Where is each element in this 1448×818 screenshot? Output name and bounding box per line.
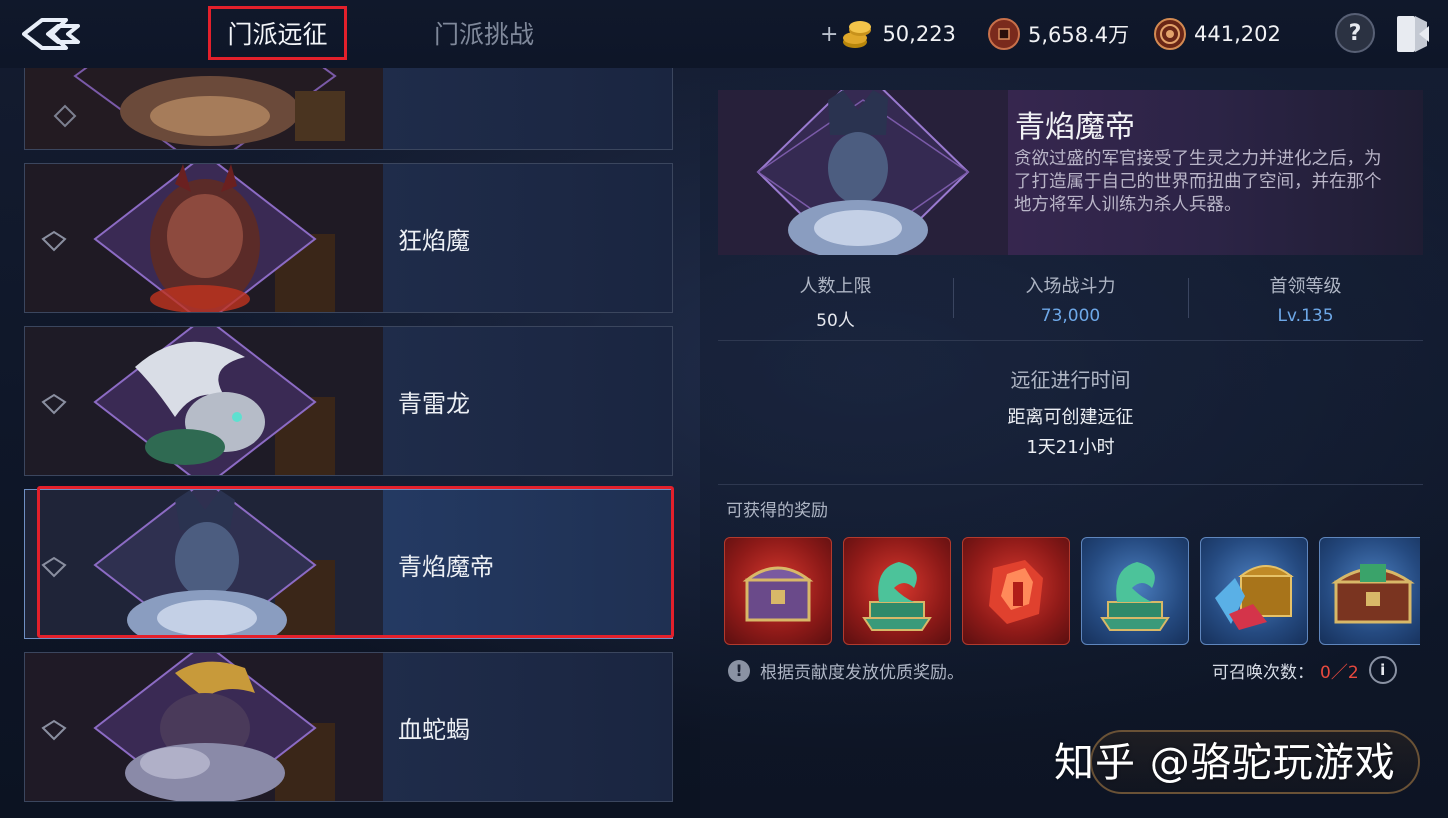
boss-portrait — [25, 164, 383, 312]
top-bar: 门派远征 门派挑战 + 50,223 5,658.4万 441,202 ? — [0, 0, 1448, 68]
boss-portrait-large — [718, 90, 1008, 255]
stat-entry-power: 入场战斗力 73,000 — [953, 258, 1188, 340]
bronze-value: 5,658.4万 — [1028, 23, 1130, 47]
stat-value: 73,000 — [1040, 306, 1101, 326]
reward-item[interactable] — [843, 537, 951, 645]
gold-value: 50,223 — [882, 22, 956, 46]
reward-item[interactable] — [724, 537, 832, 645]
stat-value: 50人 — [816, 311, 855, 331]
tab-challenge[interactable]: 门派挑战 — [414, 6, 554, 60]
boss-description: 贪欲过盛的军官接受了生灵之力并进化之后，为了打造属于自己的世界而扭曲了空间，并在… — [1014, 149, 1382, 215]
stat-label: 首领等级 — [1269, 276, 1342, 297]
boss-name: 青雷龙 — [398, 389, 470, 418]
stat-max-players: 人数上限 50人 — [718, 258, 953, 340]
boss-name: 狂焰魔 — [398, 226, 470, 255]
summon-label: 可召唤次数： — [1212, 662, 1314, 683]
boss-name: 青焰魔帝 — [398, 552, 494, 581]
add-gold-button[interactable]: + — [820, 22, 838, 47]
reward-item[interactable] — [1081, 537, 1189, 645]
summon-count: 0／2 — [1320, 662, 1359, 683]
expedition-screen: 门派远征 门派挑战 + 50,223 5,658.4万 441,202 ? 狂焰… — [0, 0, 1448, 818]
purple-chest-icon — [742, 566, 814, 622]
boss-portrait — [25, 327, 383, 475]
boss-card-selected[interactable]: 青焰魔帝 — [24, 489, 673, 639]
boss-card[interactable]: 青雷龙 — [24, 326, 673, 476]
stat-value: Lv.135 — [1277, 306, 1334, 326]
rewards-label: 可获得的奖励 — [726, 501, 828, 521]
boss-card[interactable]: 血蛇蝎 — [24, 652, 673, 802]
info-icon[interactable]: i — [1368, 656, 1397, 684]
boss-portrait — [25, 490, 383, 638]
boss-card[interactable] — [24, 68, 673, 150]
boss-title: 青焰魔帝 — [1015, 110, 1135, 145]
time-subtitle: 距离可创建远征 — [1007, 407, 1134, 428]
gold-currency: + 50,223 — [820, 14, 956, 54]
warning-icon: ! — [728, 659, 750, 682]
boss-portrait — [25, 68, 383, 149]
back-button[interactable] — [0, 0, 120, 68]
gem-chest-icon — [1215, 565, 1294, 630]
medallion-icon — [1154, 18, 1186, 50]
help-button[interactable]: ? — [1335, 13, 1375, 53]
boss-name: 血蛇蝎 — [398, 715, 470, 744]
jade-dragon-seal-icon — [1100, 562, 1170, 631]
stat-label: 入场战斗力 — [1025, 276, 1116, 297]
summon-count-row: 可召唤次数： 0／2 i — [1212, 656, 1397, 684]
tab-expedition[interactable]: 门派远征 — [208, 6, 347, 60]
watermark: 知乎 @骆驼玩游戏 — [1054, 740, 1396, 786]
notice-text: 根据贡献度发放优质奖励。 — [760, 663, 964, 683]
bronze-coin-icon — [988, 18, 1020, 50]
expedition-time: 远征进行时间 距离可创建远征 1天21小时 — [718, 364, 1423, 459]
stat-label: 人数上限 — [799, 276, 872, 297]
time-remaining: 1天21小时 — [1026, 437, 1115, 458]
boss-detail-panel: 青焰魔帝 贪欲过盛的军官接受了生灵之力并进化之后，为了打造属于自己的世界而扭曲了… — [700, 68, 1448, 818]
back-arrow-icon — [22, 18, 80, 50]
time-title: 远征进行时间 — [1010, 368, 1131, 392]
boss-portrait — [25, 653, 383, 801]
bronze-currency: 5,658.4万 — [986, 14, 1129, 54]
reward-list — [724, 537, 1420, 645]
stat-boss-level: 首领等级 Lv.135 — [1188, 258, 1423, 340]
jade-dragon-seal-icon — [862, 562, 932, 631]
reward-item[interactable] — [962, 537, 1070, 645]
medallion-value: 441,202 — [1194, 22, 1281, 46]
medallion-currency: 441,202 — [1152, 14, 1281, 54]
red-crystal-icon — [989, 560, 1043, 624]
boss-stats: 人数上限 50人 入场战斗力 73,000 首领等级 Lv.135 — [718, 258, 1423, 341]
boss-list[interactable]: 狂焰魔 青雷龙 青焰魔帝 血蛇蝎 — [0, 68, 700, 818]
divider — [718, 484, 1423, 485]
boss-card[interactable]: 狂焰魔 — [24, 163, 673, 313]
reward-notice: ! 根据贡献度发放优质奖励。 — [728, 658, 964, 683]
green-chest-icon — [1331, 564, 1415, 624]
exit-door-icon[interactable] — [1393, 12, 1433, 56]
reward-item[interactable] — [1319, 537, 1420, 645]
reward-item[interactable] — [1200, 537, 1308, 645]
gold-coins-icon — [843, 21, 872, 48]
boss-header: 青焰魔帝 贪欲过盛的军官接受了生灵之力并进化之后，为了打造属于自己的世界而扭曲了… — [718, 90, 1423, 255]
